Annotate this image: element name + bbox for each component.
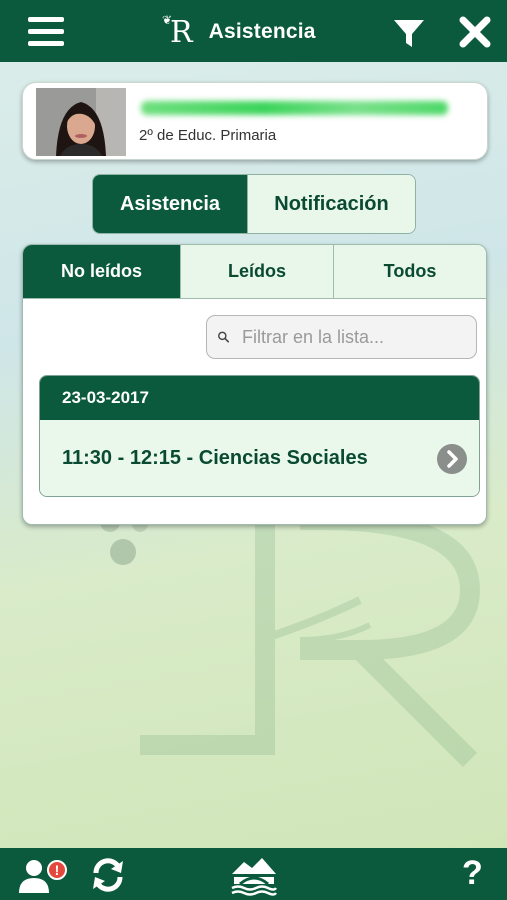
top-bar: ❦ R Asistencia xyxy=(0,0,507,62)
filter-icon[interactable] xyxy=(392,16,426,50)
search-input[interactable] xyxy=(240,325,476,349)
attendance-panel: No leídos Leídos Todos 23-03-2017 11:30 … xyxy=(22,244,487,525)
list-item[interactable]: 11:30 - 12:15 - Ciencias Sociales xyxy=(40,420,479,496)
close-icon[interactable] xyxy=(458,15,492,49)
student-card[interactable]: 2º de Educ. Primaria xyxy=(22,82,488,160)
section-switch: Asistencia Notificación xyxy=(92,174,416,234)
segment-asistencia[interactable]: Asistencia xyxy=(93,175,247,233)
search-icon xyxy=(218,331,229,343)
date-group: 23-03-2017 11:30 - 12:15 - Ciencias Soci… xyxy=(39,375,480,497)
menu-button[interactable] xyxy=(28,17,68,47)
date-group-header: 23-03-2017 xyxy=(40,376,479,420)
refresh-icon[interactable] xyxy=(90,858,126,892)
read-filter-tabs: No leídos Leídos Todos xyxy=(23,245,486,299)
help-button[interactable]: ? xyxy=(462,854,483,893)
school-logo-icon[interactable] xyxy=(230,854,278,896)
chevron-right-icon[interactable] xyxy=(437,444,467,474)
users-alert-icon[interactable]: ! xyxy=(17,858,71,894)
bottom-bar: ! ? xyxy=(0,848,507,900)
logo-letter: R xyxy=(170,14,193,50)
segment-notificacion[interactable]: Notificación xyxy=(247,175,415,233)
tab-read[interactable]: Leídos xyxy=(180,245,333,298)
student-name-blurred xyxy=(141,101,448,115)
search-box[interactable] xyxy=(206,315,477,359)
sprig-icon: ❦ xyxy=(162,12,173,27)
tab-all[interactable]: Todos xyxy=(333,245,486,298)
tab-unread[interactable]: No leídos xyxy=(23,245,180,298)
list-item-label: 11:30 - 12:15 - Ciencias Sociales xyxy=(62,447,368,469)
page-title: Asistencia xyxy=(208,20,316,43)
avatar xyxy=(36,88,126,156)
app-logo: ❦ R xyxy=(162,13,193,50)
alert-badge: ! xyxy=(55,862,60,878)
student-course: 2º de Educ. Primaria xyxy=(139,127,277,144)
header-title-area: ❦ R Asistencia xyxy=(162,13,316,50)
